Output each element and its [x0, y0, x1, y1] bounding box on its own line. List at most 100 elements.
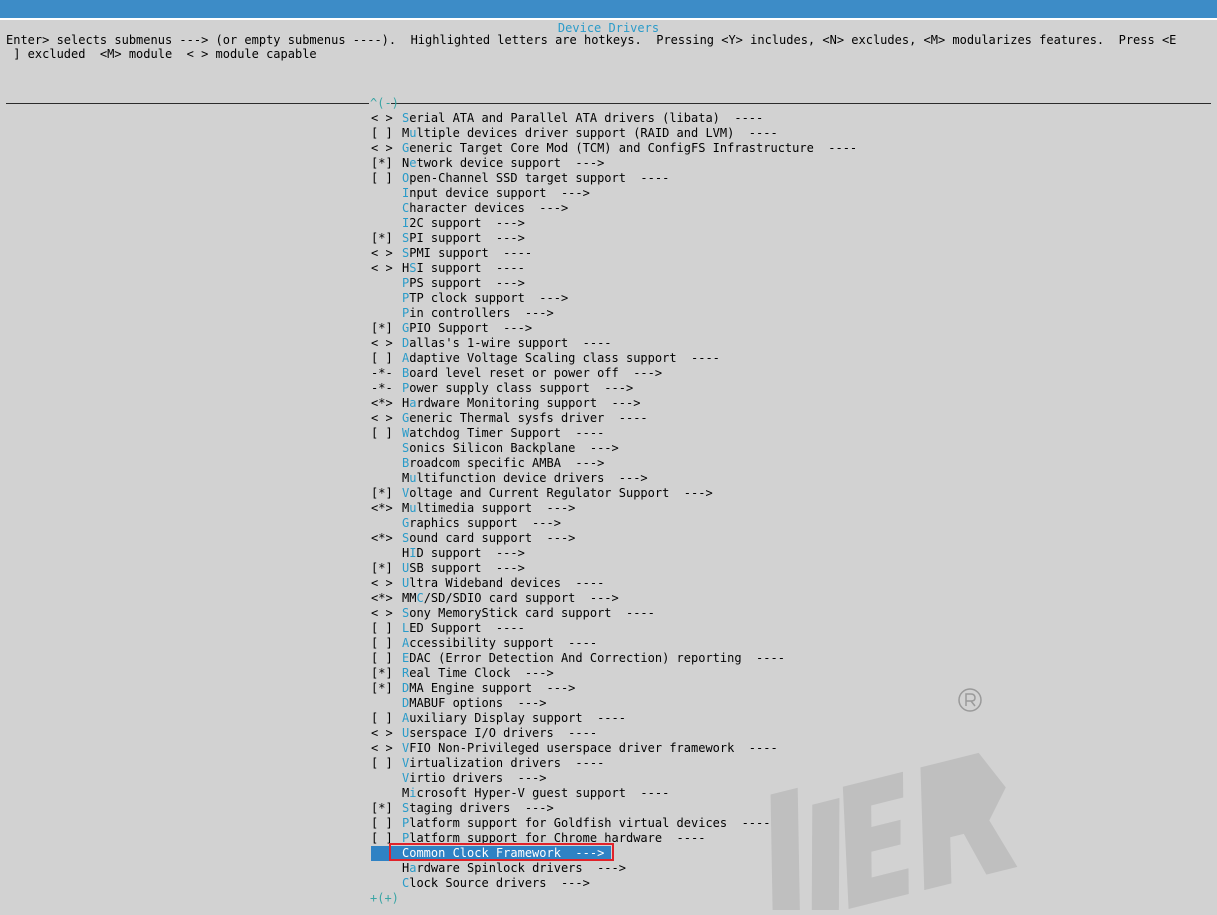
menu-item-state[interactable]: < > [371, 336, 402, 351]
menu-item-state[interactable]: <*> [371, 591, 402, 606]
menu-item[interactable]: [ ] LED Support ---- [371, 621, 857, 636]
menu-item-state[interactable]: [ ] [371, 816, 402, 831]
menu-item-state[interactable]: < > [371, 111, 402, 126]
menu-item-label: I support ---- [416, 261, 525, 275]
menu-item[interactable]: PTP clock support ---> [371, 291, 857, 306]
menu-item-label: PS support ---> [409, 276, 525, 290]
menu-item-state[interactable]: <*> [371, 501, 402, 516]
menu-item-label: PI support ---> [409, 231, 525, 245]
menu-item[interactable]: Clock Source drivers ---> [371, 876, 857, 891]
menu-item[interactable]: < > HSI support ---- [371, 261, 857, 276]
menu-item[interactable]: -*- Power supply class support ---> [371, 381, 857, 396]
menu-item-state[interactable]: [*] [371, 321, 402, 336]
menu-item[interactable]: [ ] Open-Channel SSD target support ---- [371, 171, 857, 186]
scroll-down-indicator[interactable]: +(+) [370, 891, 399, 905]
menu-item[interactable]: [ ] Multiple devices driver support (RAID… [371, 126, 857, 141]
menu-item-state[interactable]: [*] [371, 666, 402, 681]
menu-item[interactable]: [*] Real Time Clock ---> [371, 666, 857, 681]
menu-item[interactable]: < > Dallas's 1-wire support ---- [371, 336, 857, 351]
menu-item-state[interactable]: -*- [371, 366, 402, 381]
menu-item[interactable]: PPS support ---> [371, 276, 857, 291]
menu-item[interactable]: Character devices ---> [371, 201, 857, 216]
menu-item-state[interactable]: [ ] [371, 636, 402, 651]
menu-item[interactable]: [ ] EDAC (Error Detection And Correction)… [371, 651, 857, 666]
menu-item[interactable]: -*- Board level reset or power off ---> [371, 366, 857, 381]
menu-item[interactable]: < > Userspace I/O drivers ---- [371, 726, 857, 741]
menu-item-label: D support ---> [416, 546, 525, 560]
menu-item[interactable]: I2C support ---> [371, 216, 857, 231]
menu-item-state[interactable]: < > [371, 606, 402, 621]
menu-item-state[interactable]: [*] [371, 231, 402, 246]
menu-item-state[interactable]: [*] [371, 801, 402, 816]
menu-item-label: MA Engine support ---> [409, 681, 576, 695]
menu-item[interactable]: [ ] Platform support for Goldfish virtual… [371, 816, 857, 831]
menu-item[interactable]: Multifunction device drivers ---> [371, 471, 857, 486]
menu-item-state[interactable]: <*> [371, 531, 402, 546]
menu-item[interactable]: [ ] Watchdog Timer Support ---- [371, 426, 857, 441]
menu-item[interactable]: < > VFIO Non-Privileged userspace driver … [371, 741, 857, 756]
menu-item[interactable]: <*> MMC/SD/SDIO card support ---> [371, 591, 857, 606]
menu-item-state[interactable]: [*] [371, 156, 402, 171]
menu-item[interactable]: [*] SPI support ---> [371, 231, 857, 246]
menu-item[interactable]: [ ] Adaptive Voltage Scaling class suppor… [371, 351, 857, 366]
menu-item-label: allas's 1-wire support ---- [409, 336, 612, 350]
menu-item-state[interactable]: < > [371, 141, 402, 156]
menu-item[interactable]: DMABUF options ---> [371, 696, 857, 711]
menu-item[interactable]: [*] USB support ---> [371, 561, 857, 576]
menu-item-state[interactable]: [ ] [371, 621, 402, 636]
menu-item-state[interactable]: < > [371, 741, 402, 756]
menu-item[interactable]: <*> Sound card support ---> [371, 531, 857, 546]
menu-item-state[interactable]: [*] [371, 486, 402, 501]
menu-item-label: 2C support ---> [409, 216, 525, 230]
menu-item[interactable]: [*] Staging drivers ---> [371, 801, 857, 816]
menu-item[interactable]: < > Serial ATA and Parallel ATA drivers (… [371, 111, 857, 126]
menu-border-left [6, 103, 369, 104]
menu-item-state[interactable]: < > [371, 261, 402, 276]
menu-item-state[interactable]: <*> [371, 396, 402, 411]
menu-item[interactable]: Sonics Silicon Backplane ---> [371, 441, 857, 456]
menu-item-state[interactable]: [ ] [371, 711, 402, 726]
menu-item-state[interactable]: [ ] [371, 171, 402, 186]
menu-item-state[interactable]: [ ] [371, 126, 402, 141]
menu-item[interactable]: Hardware Spinlock drivers ---> [371, 861, 857, 876]
title-bar [0, 0, 1217, 18]
scroll-up-indicator[interactable]: ^(-) [370, 96, 399, 110]
menu-item-state[interactable]: [ ] [371, 351, 402, 366]
menu-item[interactable]: [*] GPIO Support ---> [371, 321, 857, 336]
menu-item[interactable]: Input device support ---> [371, 186, 857, 201]
menu-item[interactable]: HID support ---> [371, 546, 857, 561]
menu-item[interactable]: < > Generic Target Core Mod (TCM) and Con… [371, 141, 857, 156]
menu-item[interactable]: <*> Hardware Monitoring support ---> [371, 396, 857, 411]
menu-item-state[interactable]: [ ] [371, 426, 402, 441]
menu-item-state[interactable]: < > [371, 576, 402, 591]
menu-item[interactable]: < > Ultra Wideband devices ---- [371, 576, 857, 591]
menu-item[interactable]: [ ] Auxiliary Display support ---- [371, 711, 857, 726]
menu-item[interactable]: [ ] Virtualization drivers ---- [371, 756, 857, 771]
help-line-2: ] excluded <M> module < > module capable [6, 47, 317, 61]
menu-item[interactable]: < > Generic Thermal sysfs driver ---- [371, 411, 857, 426]
menu-item-state[interactable]: -*- [371, 381, 402, 396]
menu-item-state[interactable]: < > [371, 411, 402, 426]
menu-item[interactable]: < > SPMI support ---- [371, 246, 857, 261]
menu-item[interactable]: [*] Network device support ---> [371, 156, 857, 171]
menu-item[interactable]: <*> Multimedia support ---> [371, 501, 857, 516]
menu-item-state[interactable]: [*] [371, 561, 402, 576]
menu-item[interactable]: [ ] Accessibility support ---- [371, 636, 857, 651]
highlight-annotation-box [389, 843, 614, 861]
menu-item-state[interactable]: [*] [371, 681, 402, 696]
menu-item-state[interactable]: < > [371, 246, 402, 261]
menu-item[interactable]: Broadcom specific AMBA ---> [371, 456, 857, 471]
menu-item-state[interactable]: [ ] [371, 651, 402, 666]
menu-item[interactable]: Microsoft Hyper-V guest support ---- [371, 786, 857, 801]
menu-item-label: ccessibility support ---- [409, 636, 598, 650]
menu-item[interactable]: < > Sony MemoryStick card support ---- [371, 606, 857, 621]
menu-item[interactable]: Pin controllers ---> [371, 306, 857, 321]
menu-item[interactable]: [*] DMA Engine support ---> [371, 681, 857, 696]
menu-item-state[interactable]: < > [371, 726, 402, 741]
menu-item-label: ltifunction device drivers ---> [416, 471, 648, 485]
menu-item-label-prefix: MM [402, 591, 417, 605]
menu-item[interactable]: Graphics support ---> [371, 516, 857, 531]
menu-item-state[interactable]: [ ] [371, 756, 402, 771]
menu-item[interactable]: Virtio drivers ---> [371, 771, 857, 786]
menu-item[interactable]: [*] Voltage and Current Regulator Support… [371, 486, 857, 501]
